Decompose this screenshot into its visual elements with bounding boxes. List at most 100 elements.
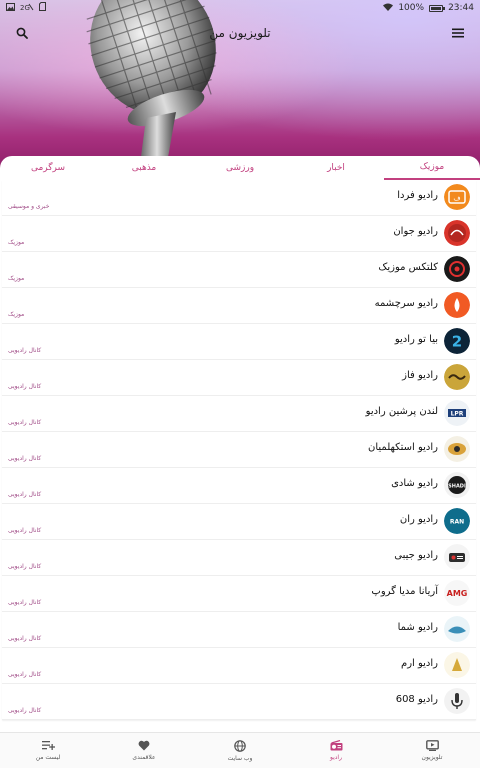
- station-row[interactable]: رادیو فاز کانال رادیویی: [2, 360, 476, 396]
- content-sheet: موزیک اخبار ورزشی مذهبی سرگرمی ف رادیو فر…: [0, 156, 480, 768]
- station-category: خبری و موسیقی: [8, 203, 50, 210]
- svg-text:2G: 2G: [20, 4, 30, 11]
- station-category: کانال رادیویی: [8, 563, 42, 570]
- nav-website-label: وب سایت: [227, 754, 253, 762]
- station-logo-icon: [444, 544, 470, 570]
- svg-text:2: 2: [452, 333, 462, 351]
- playlist-add-icon: [41, 741, 55, 750]
- status-bar: 2G 100% 23:44: [0, 0, 480, 16]
- station-category: کانال رادیویی: [8, 707, 42, 714]
- tab-entertainment[interactable]: سرگرمی: [0, 156, 96, 180]
- station-name: رادیو فردا: [397, 190, 438, 201]
- station-list: ف رادیو فردا خبری و موسیقی رادیو جوان موزیک ک…: [0, 180, 480, 732]
- station-row[interactable]: رادیو جوان موزیک: [2, 216, 476, 252]
- station-name: رادیو ارم: [401, 658, 438, 669]
- tab-sports[interactable]: ورزشی: [192, 156, 288, 180]
- nav-radio[interactable]: رادیو: [288, 733, 384, 768]
- nav-tv[interactable]: تلویزیون: [384, 733, 480, 768]
- battery-text: 100%: [398, 3, 425, 13]
- station-logo-icon: [444, 256, 470, 282]
- station-row[interactable]: LPR لندن پرشین رادیو کانال رادیویی: [2, 396, 476, 432]
- svg-text:SHADI: SHADI: [448, 484, 466, 490]
- station-row[interactable]: رادیو 608 کانال رادیویی: [2, 684, 476, 720]
- station-category: موزیک: [8, 239, 25, 246]
- station-name: رادیو سرچشمه: [374, 298, 438, 309]
- station-category: کانال رادیویی: [8, 419, 42, 426]
- station-logo-icon: [444, 652, 470, 678]
- station-name: بیا تو رادیو: [394, 334, 438, 345]
- dual-sim-icon: 2G: [20, 3, 34, 14]
- category-tabs: موزیک اخبار ورزشی مذهبی سرگرمی: [0, 156, 480, 180]
- station-name: رادیو شما: [397, 622, 438, 633]
- station-row[interactable]: رادیو استکهلمیان کانال رادیویی: [2, 432, 476, 468]
- station-name: رادیو 608: [395, 694, 438, 705]
- station-category: موزیک: [8, 275, 25, 282]
- station-logo-icon: [444, 616, 470, 642]
- station-name: کلتکس موزیک: [378, 262, 438, 273]
- nav-my-list[interactable]: لیست من: [0, 733, 96, 768]
- station-logo-icon: [444, 292, 470, 318]
- nav-tv-label: تلویزیون: [421, 754, 443, 761]
- station-name: رادیو فاز: [402, 370, 438, 381]
- app-toolbar: تلویزیون من: [0, 18, 480, 48]
- nav-my-list-label: لیست من: [35, 754, 61, 761]
- station-logo-icon: [444, 688, 470, 714]
- bottom-navigation: تلویزیون رادیو وب سایت علاقمندی لیست من: [0, 732, 480, 768]
- station-category: کانال رادیویی: [8, 491, 42, 498]
- station-row[interactable]: کلتکس موزیک موزیک: [2, 252, 476, 288]
- station-name: رادیو ران: [399, 514, 438, 525]
- station-logo-icon: [444, 220, 470, 246]
- station-logo-icon: LPR: [444, 400, 470, 426]
- station-logo-icon: RAN: [444, 508, 470, 534]
- search-button[interactable]: [12, 23, 32, 43]
- heart-icon: [138, 740, 150, 751]
- station-row[interactable]: رادیو ارم کانال رادیویی: [2, 648, 476, 684]
- station-logo-icon: ف: [444, 184, 470, 210]
- svg-text:RAN: RAN: [450, 519, 464, 526]
- gallery-icon: [6, 2, 15, 14]
- station-row[interactable]: AMG آریانا مدیا گروپ کانال رادیویی: [2, 576, 476, 612]
- station-category: کانال رادیویی: [8, 527, 42, 534]
- station-row[interactable]: رادیو سرچشمه موزیک: [2, 288, 476, 324]
- tab-news[interactable]: اخبار: [288, 156, 384, 180]
- station-name: رادیو شادی: [391, 478, 438, 489]
- station-category: کانال رادیویی: [8, 671, 42, 678]
- status-right: 100% 23:44: [383, 3, 474, 14]
- station-logo-icon: AMG: [444, 580, 470, 606]
- clock: 23:44: [448, 3, 474, 13]
- svg-text:AMG: AMG: [447, 589, 468, 598]
- station-name: رادیو جیبی: [394, 550, 438, 561]
- battery-fill: [431, 6, 442, 10]
- station-category: کانال رادیویی: [8, 455, 42, 462]
- station-category: کانال رادیویی: [8, 347, 42, 354]
- search-icon: [16, 27, 28, 39]
- nav-radio-label: رادیو: [329, 754, 342, 761]
- menu-button[interactable]: [448, 23, 468, 43]
- station-logo-icon: 2: [444, 328, 470, 354]
- svg-text:LPR: LPR: [451, 411, 464, 418]
- station-row[interactable]: RAN رادیو ران کانال رادیویی: [2, 504, 476, 540]
- station-name: آریانا مدیا گروپ: [371, 586, 438, 597]
- station-name: رادیو جوان: [393, 226, 438, 237]
- station-logo-icon: [444, 436, 470, 462]
- station-row[interactable]: ف رادیو فردا خبری و موسیقی: [2, 180, 476, 216]
- nav-website[interactable]: وب سایت: [192, 733, 288, 768]
- svg-text:ف: ف: [453, 195, 460, 203]
- station-logo-icon: SHADI: [444, 472, 470, 498]
- tv-icon: [425, 740, 439, 751]
- station-name: لندن پرشین رادیو: [365, 406, 438, 417]
- wifi-icon: [383, 3, 394, 14]
- station-row[interactable]: رادیو جیبی کانال رادیویی: [2, 540, 476, 576]
- nav-favorites[interactable]: علاقمندی: [96, 733, 192, 768]
- tab-music[interactable]: موزیک: [384, 156, 480, 180]
- radio-icon: [330, 740, 342, 751]
- tab-religious[interactable]: مذهبی: [96, 156, 192, 180]
- station-row[interactable]: 2 بیا تو رادیو کانال رادیویی: [2, 324, 476, 360]
- status-left: 2G: [6, 2, 46, 14]
- station-row[interactable]: SHADI رادیو شادی کانال رادیویی: [2, 468, 476, 504]
- station-category: کانال رادیویی: [8, 635, 42, 642]
- battery-icon: [429, 4, 446, 12]
- app-title: تلویزیون من: [209, 26, 271, 40]
- station-category: کانال رادیویی: [8, 383, 42, 390]
- station-row[interactable]: رادیو شما کانال رادیویی: [2, 612, 476, 648]
